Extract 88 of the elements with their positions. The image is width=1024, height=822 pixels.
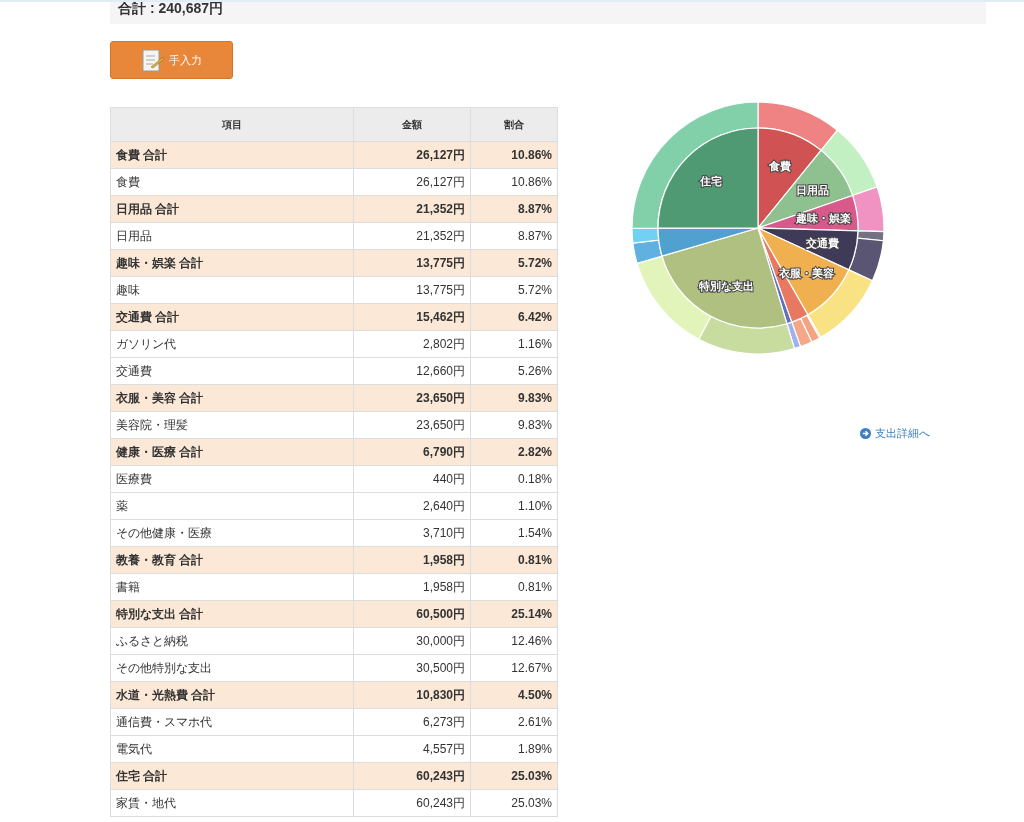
table-cell: 美容院・理髪 <box>110 411 354 439</box>
table-cell: 0.81% <box>470 573 558 601</box>
table-cell: 15,462円 <box>353 303 471 331</box>
table-cell: 23,650円 <box>353 384 471 412</box>
table-cell: 21,352円 <box>353 222 471 250</box>
table-cell: 26,127円 <box>353 168 471 196</box>
table-cell: その他特別な支出 <box>110 654 354 682</box>
slice-label: 特別な支出 <box>699 280 755 293</box>
table-cell: 6,273円 <box>353 708 471 736</box>
table-cell: 440円 <box>353 465 471 493</box>
table-cell: 電気代 <box>110 735 354 763</box>
table-cell: 1.16% <box>470 330 558 358</box>
table-cell: 6,790円 <box>353 438 471 466</box>
table-cell: 12,660円 <box>353 357 471 385</box>
column-header: 割合 <box>470 107 558 142</box>
notepad-pen-icon <box>141 47 165 73</box>
table-cell: 5.72% <box>470 276 558 304</box>
table-cell: 12.67% <box>470 654 558 682</box>
table-cell: 住宅 合計 <box>110 762 354 790</box>
table-cell: 60,243円 <box>353 762 471 790</box>
table-cell: 日用品 <box>110 222 354 250</box>
table-cell: 25.03% <box>470 762 558 790</box>
table-cell: ガソリン代 <box>110 330 354 358</box>
slice-label: 趣味・娯楽 <box>795 212 851 225</box>
table-cell: 3,710円 <box>353 519 471 547</box>
table-cell: 10.86% <box>470 141 558 169</box>
table-cell: 通信費・スマホ代 <box>110 708 354 736</box>
table-cell: 教養・教育 合計 <box>110 546 354 574</box>
column-header: 金額 <box>353 107 471 142</box>
table-cell: 日用品 合計 <box>110 195 354 223</box>
table-cell: 2,802円 <box>353 330 471 358</box>
table-cell: 5.72% <box>470 249 558 277</box>
table-cell: 2,640円 <box>353 492 471 520</box>
table-cell: 趣味・娯楽 合計 <box>110 249 354 277</box>
table-cell: その他健康・医療 <box>110 519 354 547</box>
table-cell: 30,000円 <box>353 627 471 655</box>
table-cell: 0.81% <box>470 546 558 574</box>
table-cell: 1,958円 <box>353 573 471 601</box>
table-cell: 4,557円 <box>353 735 471 763</box>
table-cell: 9.83% <box>470 384 558 412</box>
table-cell: 60,243円 <box>353 789 471 817</box>
table-cell: 2.61% <box>470 708 558 736</box>
table-cell: 23,650円 <box>353 411 471 439</box>
table-cell: 衣服・美容 合計 <box>110 384 354 412</box>
table-cell: ふるさと納税 <box>110 627 354 655</box>
table-cell: 21,352円 <box>353 195 471 223</box>
column-header: 項目 <box>110 107 354 142</box>
table-cell: 30,500円 <box>353 654 471 682</box>
table-cell: 1,958円 <box>353 546 471 574</box>
table-cell: 60,500円 <box>353 600 471 628</box>
table-cell: 趣味 <box>110 276 354 304</box>
table-cell: 薬 <box>110 492 354 520</box>
table-cell: 食費 合計 <box>110 141 354 169</box>
table-cell: 6.42% <box>470 303 558 331</box>
table-cell: 8.87% <box>470 222 558 250</box>
table-cell: 食費 <box>110 168 354 196</box>
table-cell: 9.83% <box>470 411 558 439</box>
slice-label: 日用品 <box>795 184 829 197</box>
table-cell: 交通費 <box>110 357 354 385</box>
table-cell: 13,775円 <box>353 276 471 304</box>
table-cell: 4.50% <box>470 681 558 709</box>
expense-detail-link[interactable]: 支出詳細へ <box>860 426 930 441</box>
table-cell: 10.86% <box>470 168 558 196</box>
table-cell: 医療費 <box>110 465 354 493</box>
table-cell: 8.87% <box>470 195 558 223</box>
table-cell: 26,127円 <box>353 141 471 169</box>
table-cell: 水道・光熱費 合計 <box>110 681 354 709</box>
manual-input-button[interactable]: 手入力 <box>110 41 233 79</box>
table-cell: 25.14% <box>470 600 558 628</box>
table-cell: 2.82% <box>470 438 558 466</box>
table-cell: 交通費 合計 <box>110 303 354 331</box>
table-cell: 1.89% <box>470 735 558 763</box>
table-cell: 健康・医療 合計 <box>110 438 354 466</box>
table-cell: 25.03% <box>470 789 558 817</box>
table-cell: 1.54% <box>470 519 558 547</box>
table-cell: 1.10% <box>470 492 558 520</box>
table-cell: 10,830円 <box>353 681 471 709</box>
slice-label: 住宅 <box>700 175 723 188</box>
slice-label: 食費 <box>769 159 792 172</box>
table-cell: 5.26% <box>470 357 558 385</box>
slice-label: 交通費 <box>805 237 839 250</box>
table-cell: 特別な支出 合計 <box>110 600 354 628</box>
table-cell: 家賃・地代 <box>110 789 354 817</box>
table-cell: 0.18% <box>470 465 558 493</box>
table-cell: 書籍 <box>110 573 354 601</box>
table-cell: 13,775円 <box>353 249 471 277</box>
table-cell: 12.46% <box>470 627 558 655</box>
arrow-circle-icon <box>860 428 871 439</box>
